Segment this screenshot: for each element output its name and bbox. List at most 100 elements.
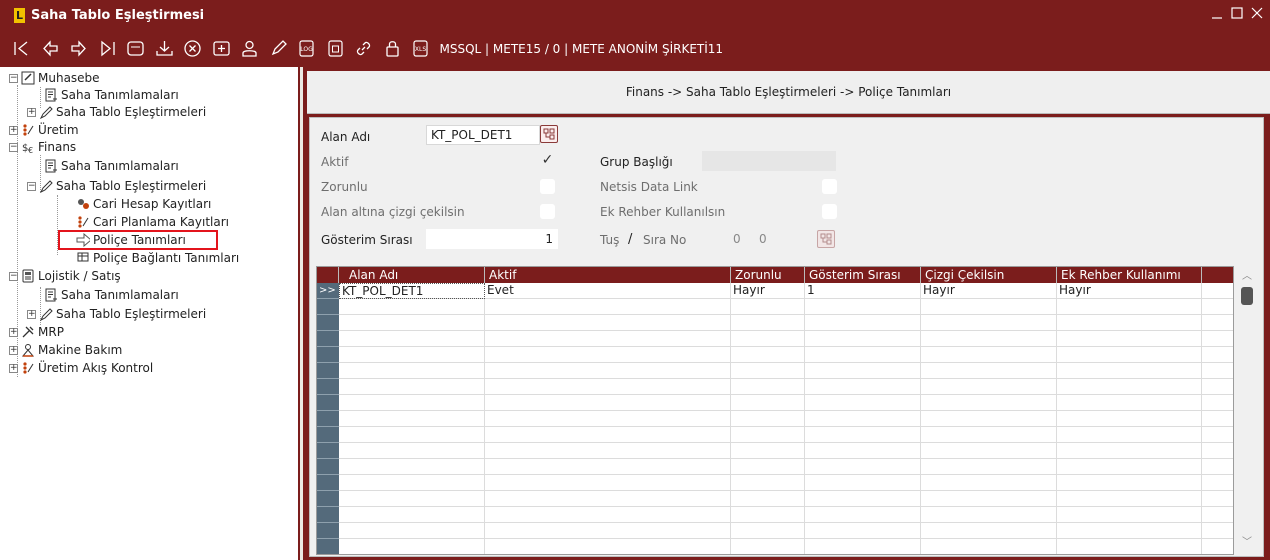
field-def-icon: [44, 88, 58, 102]
collapse-icon[interactable]: −: [27, 181, 36, 191]
sira-no-input[interactable]: 0: [754, 229, 784, 249]
column-header[interactable]: Ek Rehber Kullanımı: [1057, 267, 1202, 283]
tree-item-muhasebe[interactable]: − Muhasebe: [9, 70, 100, 86]
toolbar: LOG XLS MSSQL | METE15 / 0 | METE ANONİM…: [0, 30, 1270, 67]
mapping-icon: [39, 105, 53, 119]
table-row[interactable]: [339, 299, 1233, 315]
cell-alan-adi[interactable]: KT_POL_DET1: [339, 283, 485, 299]
link-icon[interactable]: [354, 39, 373, 58]
table-row[interactable]: [339, 427, 1233, 443]
maximize-icon[interactable]: [1230, 4, 1244, 22]
grup-basligi-input[interactable]: [702, 151, 836, 171]
tus-lookup-button[interactable]: [817, 230, 835, 248]
add-icon[interactable]: [212, 39, 231, 58]
tree-item-saha-tanimlamalari[interactable]: Saha Tanımlamaları: [44, 87, 179, 103]
collapse-icon[interactable]: −: [9, 271, 18, 281]
gosterim-sirasi-input[interactable]: 1: [426, 229, 558, 249]
tree-item-lojistik-saha-tanimlamalari[interactable]: Saha Tanımlamaları: [44, 287, 179, 303]
tree-item-finans[interactable]: − $ € Finans: [9, 139, 76, 155]
tree-item-police-baglanti-tanimlari[interactable]: Poliçe Bağlantı Tanımları: [76, 250, 239, 266]
expand-icon[interactable]: +: [27, 107, 36, 117]
previous-record-icon[interactable]: [41, 39, 60, 58]
scroll-down-icon[interactable]: ﹀: [1242, 538, 1252, 548]
definition-form: Alan Adı KT_POL_DET1 Aktif ✓ Zorunlu Ala…: [309, 117, 1264, 557]
table-row[interactable]: [339, 363, 1233, 379]
row-indicator: [317, 523, 339, 539]
tus-input[interactable]: 0: [728, 229, 750, 249]
list-icon[interactable]: [126, 39, 145, 58]
table-row[interactable]: [339, 347, 1233, 363]
aktif-checkbox[interactable]: ✓: [540, 153, 555, 168]
expand-icon[interactable]: +: [9, 327, 18, 337]
table-row[interactable]: [339, 443, 1233, 459]
tree-item-finans-saha-tablo-eslestirmeleri[interactable]: − Saha Tablo Eşleştirmeleri: [27, 178, 206, 194]
alan-adi-input[interactable]: KT_POL_DET1: [426, 125, 540, 145]
lock-file-icon[interactable]: [326, 39, 345, 58]
expand-icon[interactable]: +: [9, 125, 18, 135]
grid-scrollbar[interactable]: ︿ ﹀: [1235, 266, 1259, 555]
row-indicator: [317, 299, 339, 315]
app-logo-icon: L: [14, 7, 25, 23]
tree-item-finans-saha-tanimlamalari[interactable]: Saha Tanımlamaları: [44, 158, 179, 174]
minimize-icon[interactable]: [1210, 4, 1224, 22]
tree-item-lojistik-satis[interactable]: − Lojistik / Satış: [9, 268, 121, 284]
table-row[interactable]: [339, 379, 1233, 395]
tree-item-saha-tablo-eslestirmeleri[interactable]: + Saha Tablo Eşleştirmeleri: [27, 104, 206, 120]
tree-item-lojistik-saha-tablo-eslestirmeleri[interactable]: + Saha Tablo Eşleştirmeleri: [27, 306, 206, 322]
column-header[interactable]: Zorunlu: [731, 267, 805, 283]
close-icon[interactable]: [1250, 4, 1264, 22]
expand-icon[interactable]: +: [27, 309, 36, 319]
expand-icon[interactable]: +: [9, 363, 18, 373]
log-icon[interactable]: LOG: [297, 39, 316, 58]
planning-icon: [76, 215, 90, 229]
collapse-icon[interactable]: −: [9, 73, 18, 83]
column-header[interactable]: Çizgi Çekilsin: [921, 267, 1057, 283]
table-row[interactable]: [339, 491, 1233, 507]
alan-altina-checkbox[interactable]: [540, 204, 555, 219]
last-record-icon[interactable]: [98, 39, 117, 58]
tree-item-makine-bakim[interactable]: + Makine Bakım: [9, 342, 122, 358]
tree-item-uretim[interactable]: + Üretim: [9, 122, 79, 138]
column-header[interactable]: Gösterim Sırası: [805, 267, 921, 283]
first-record-icon[interactable]: [12, 39, 31, 58]
table-row[interactable]: [339, 507, 1233, 523]
table-row[interactable]: [339, 523, 1233, 539]
collapse-icon[interactable]: −: [9, 142, 18, 152]
table-row[interactable]: [339, 459, 1233, 475]
table-row[interactable]: [339, 411, 1233, 427]
tree-item-cari-planlama-kayitlari[interactable]: Cari Planlama Kayıtları: [76, 214, 229, 230]
scroll-up-icon[interactable]: ︿: [1242, 272, 1252, 282]
table-row[interactable]: [339, 475, 1233, 491]
field-def-icon: [44, 159, 58, 173]
table-row[interactable]: [339, 395, 1233, 411]
cell-ek-rehber[interactable]: Hayır: [1057, 283, 1202, 299]
column-header[interactable]: Alan Adı: [339, 267, 485, 283]
tree-item-uretim-akis-kontrol[interactable]: + Üretim Akış Kontrol: [9, 360, 153, 376]
zorunlu-checkbox[interactable]: [540, 179, 555, 194]
cancel-icon[interactable]: [183, 39, 202, 58]
padlock-icon[interactable]: [383, 39, 402, 58]
row-indicator: [317, 395, 339, 411]
table-row[interactable]: [339, 315, 1233, 331]
navigation-tree: − Muhasebe Saha Tanımlamaları + Saha Tab…: [0, 67, 300, 560]
table-row[interactable]: [339, 539, 1233, 554]
cell-zorunlu[interactable]: Hayır: [731, 283, 805, 299]
cell-gosterim-sirasi[interactable]: 1: [805, 283, 921, 299]
xls-icon[interactable]: XLS: [411, 39, 430, 58]
edit-icon[interactable]: [269, 39, 288, 58]
expand-icon[interactable]: +: [9, 345, 18, 355]
cell-aktif[interactable]: Evet: [485, 283, 731, 299]
cell-cizgi-cekilsin[interactable]: Hayır: [921, 283, 1057, 299]
column-header[interactable]: Aktif: [485, 267, 731, 283]
tree-item-mrp[interactable]: + MRP: [9, 324, 64, 340]
tree-item-cari-hesap-kayitlari[interactable]: Cari Hesap Kayıtları: [76, 196, 211, 212]
alan-adi-lookup-button[interactable]: [540, 125, 558, 143]
ek-rehber-checkbox[interactable]: [822, 204, 837, 219]
download-icon[interactable]: [155, 39, 174, 58]
table-row[interactable]: [339, 331, 1233, 347]
user-icon[interactable]: [240, 39, 259, 58]
scroll-thumb[interactable]: [1241, 287, 1253, 305]
next-record-icon[interactable]: [69, 39, 88, 58]
netsis-data-link-checkbox[interactable]: [822, 179, 837, 194]
table-row[interactable]: KT_POL_DET1 Evet Hayır 1 Hayır Hayır: [339, 283, 1233, 299]
